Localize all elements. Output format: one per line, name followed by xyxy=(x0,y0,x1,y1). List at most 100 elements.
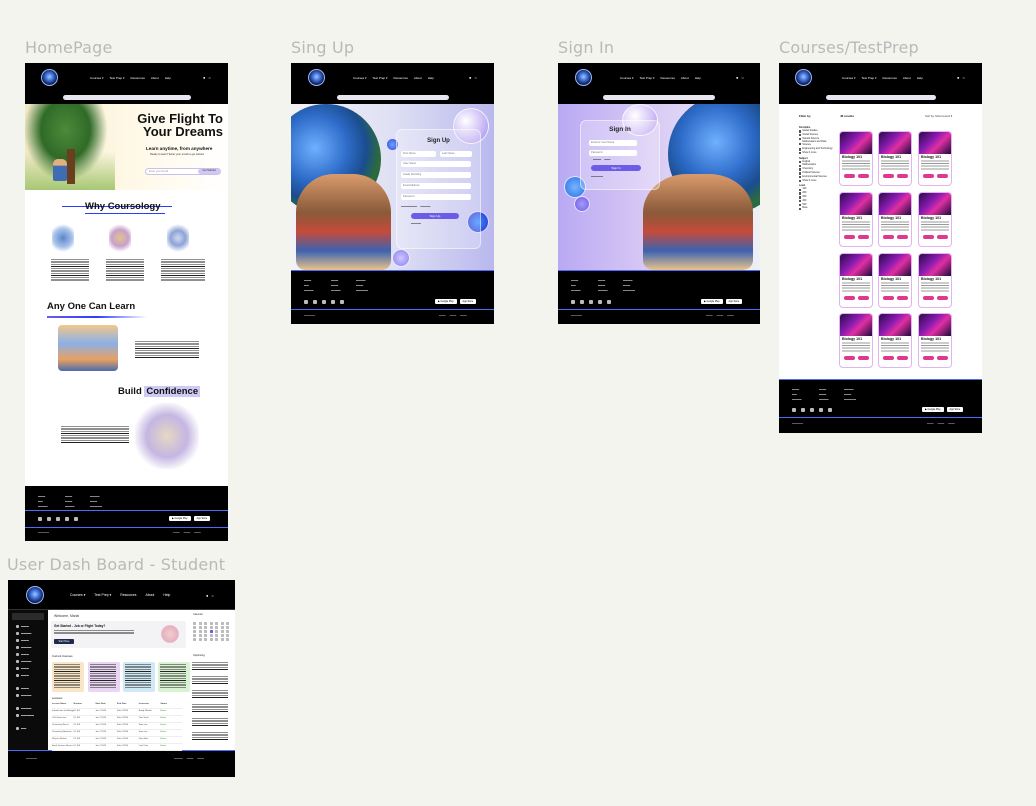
filter-option[interactable]: Show 4 more xyxy=(799,151,835,155)
user-icon[interactable]: ○ xyxy=(962,75,964,80)
signup-link[interactable]: ▬▬▬▬▬▬ xyxy=(591,176,603,178)
nav-help[interactable]: Help xyxy=(695,76,701,80)
details-button[interactable] xyxy=(936,235,948,239)
signin-link[interactable]: ▬▬▬▬▬ xyxy=(411,223,421,225)
nav-resources[interactable]: Resources xyxy=(120,593,136,597)
calendar-day[interactable] xyxy=(193,634,196,637)
app-store-button[interactable]: App Store xyxy=(946,407,964,412)
twitter-icon[interactable] xyxy=(580,300,584,304)
course-card[interactable]: Biology 101 xyxy=(878,313,912,368)
youtube-icon[interactable] xyxy=(56,517,60,521)
nav-testprep[interactable]: Test Prep ▾ xyxy=(110,76,125,80)
search-input[interactable] xyxy=(825,95,936,100)
logo[interactable] xyxy=(41,69,58,86)
course-card[interactable]: Biology 101 xyxy=(839,131,873,186)
get-started-button[interactable]: Get Started xyxy=(198,169,220,174)
checkbox[interactable] xyxy=(799,142,802,146)
twitter-icon[interactable] xyxy=(47,517,51,521)
password-field[interactable]: Password xyxy=(589,150,637,156)
enroll-button[interactable] xyxy=(843,296,855,300)
sort-dropdown[interactable]: Sort by: Most recent ▾ xyxy=(925,114,952,118)
upcoming-item[interactable] xyxy=(192,718,228,726)
enroll-button[interactable] xyxy=(922,296,934,300)
nav-courses[interactable]: Courses ▾ xyxy=(620,76,634,80)
sidebar-item[interactable]: ▬▬▬▬ xyxy=(8,692,48,699)
calendar-day[interactable] xyxy=(226,626,230,629)
search-input[interactable] xyxy=(603,95,715,100)
email-field[interactable]: Email Address xyxy=(401,183,471,189)
course-card-purple[interactable] xyxy=(88,662,120,692)
details-button[interactable] xyxy=(857,296,869,300)
calendar-day[interactable] xyxy=(226,630,230,633)
checkbox[interactable] xyxy=(799,172,802,175)
user-icon[interactable]: ○ xyxy=(474,75,476,80)
nav-about[interactable]: About xyxy=(145,593,154,597)
checkbox[interactable] xyxy=(799,130,802,133)
nav-about[interactable]: About xyxy=(681,76,689,80)
nav-courses[interactable]: Courses ▾ xyxy=(90,76,104,80)
details-button[interactable] xyxy=(936,296,948,300)
enroll-button[interactable] xyxy=(843,356,855,360)
enroll-button[interactable] xyxy=(882,174,894,178)
calendar-day[interactable] xyxy=(226,638,230,641)
enroll-button[interactable] xyxy=(882,356,894,360)
checkbox[interactable] xyxy=(799,188,802,191)
details-button[interactable] xyxy=(936,174,948,178)
linkedin-icon[interactable] xyxy=(65,517,69,521)
cart-icon[interactable]: ● xyxy=(206,593,208,598)
details-button[interactable] xyxy=(857,356,869,360)
upcoming-item[interactable] xyxy=(192,704,228,712)
checkbox[interactable] xyxy=(799,151,802,155)
twitter-icon[interactable] xyxy=(313,300,317,304)
calendar-day[interactable] xyxy=(198,638,202,641)
checkbox[interactable] xyxy=(799,137,802,141)
calendar-day[interactable] xyxy=(193,622,196,625)
sidebar-item[interactable]: ▬▬▬▬ xyxy=(8,630,48,637)
facebook-icon[interactable] xyxy=(304,300,308,304)
course-card[interactable]: Biology 101 xyxy=(918,131,952,186)
nav-testprep[interactable]: Test Prep ▾ xyxy=(640,76,655,80)
course-card[interactable]: Biology 101 xyxy=(839,313,873,368)
linkedin-icon[interactable] xyxy=(598,300,602,304)
calendar-day[interactable] xyxy=(226,634,230,637)
grade-field[interactable]: Grade Standing xyxy=(401,172,471,178)
email-input[interactable]: Enter your Email Get Started xyxy=(145,168,221,175)
calendar-day[interactable] xyxy=(209,630,213,633)
instagram-icon[interactable] xyxy=(340,300,344,304)
logo[interactable] xyxy=(26,586,44,604)
checkbox[interactable] xyxy=(799,164,802,167)
youtube-icon[interactable] xyxy=(589,300,593,304)
filter-option[interactable]: Show 4 more xyxy=(799,179,835,183)
signin-button[interactable]: Sign In xyxy=(591,165,641,171)
calendar-day[interactable] xyxy=(198,626,202,629)
calendar-day[interactable] xyxy=(226,622,230,625)
calendar-day[interactable] xyxy=(193,626,196,629)
sidebar-item[interactable]: ▬▬▬ xyxy=(8,685,48,692)
calendar-day[interactable] xyxy=(193,630,196,633)
cart-icon[interactable]: ● xyxy=(203,75,205,80)
nav-courses[interactable]: Courses ▾ xyxy=(353,76,367,80)
checkbox[interactable] xyxy=(799,179,802,183)
course-card-yellow[interactable] xyxy=(52,662,84,692)
sidebar-item[interactable]: ▬▬ xyxy=(8,725,48,732)
checkbox[interactable] xyxy=(799,192,802,195)
cart-icon[interactable]: ● xyxy=(469,75,471,80)
nav-help[interactable]: Help xyxy=(163,593,170,597)
course-card[interactable]: Biology 101 xyxy=(918,253,952,308)
upcoming-item[interactable] xyxy=(192,662,228,670)
nav-testprep[interactable]: Test Prep ▾ xyxy=(862,76,877,80)
first-name-field[interactable]: First Name xyxy=(401,151,436,157)
enroll-button[interactable] xyxy=(922,174,934,178)
cart-icon[interactable]: ● xyxy=(736,75,738,80)
logo[interactable] xyxy=(308,69,325,86)
details-button[interactable] xyxy=(857,235,869,239)
instagram-icon[interactable] xyxy=(607,300,611,304)
email-or-username-field[interactable]: Email or User Name xyxy=(589,140,637,146)
calendar-day[interactable] xyxy=(220,626,224,629)
enroll-button[interactable] xyxy=(922,356,934,360)
facebook-icon[interactable] xyxy=(38,517,42,521)
checkbox[interactable] xyxy=(799,148,802,151)
course-card-green[interactable] xyxy=(158,662,190,692)
facebook-icon[interactable] xyxy=(792,408,796,412)
checkbox[interactable] xyxy=(799,196,802,199)
